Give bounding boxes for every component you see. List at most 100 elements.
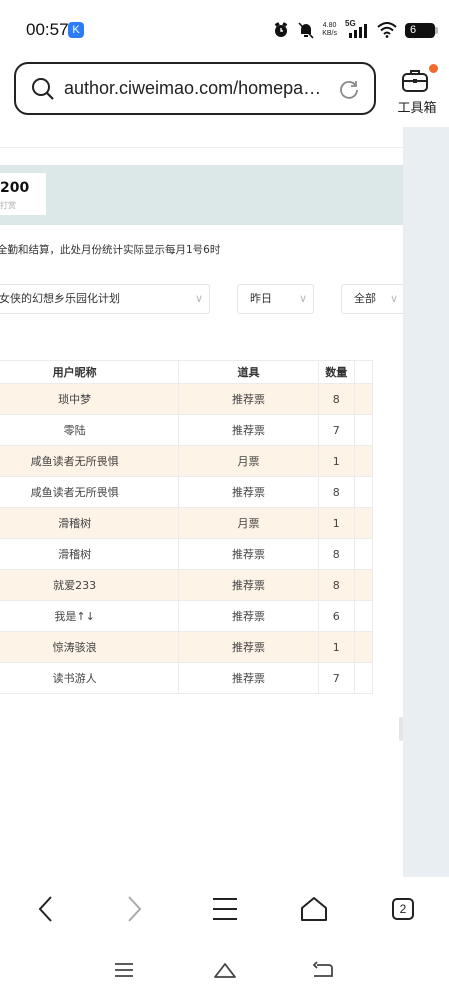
cell-extra xyxy=(353,569,374,601)
table-row: 读书游人 推荐票 7 xyxy=(0,662,374,694)
cell-item: 推荐票 xyxy=(178,476,319,508)
cell-item: 推荐票 xyxy=(178,569,319,601)
side-panel xyxy=(399,127,449,877)
stat-caption: 打赏 xyxy=(0,201,16,210)
cell-extra xyxy=(353,476,374,508)
cell-count: 8 xyxy=(317,538,355,570)
cell-item: 月票 xyxy=(178,507,319,539)
recent-apps-button[interactable] xyxy=(104,955,144,985)
home-icon xyxy=(301,897,327,921)
notice-text: 全勤和结算，此处月份统计实际显示每月1号6时 xyxy=(0,244,221,256)
cell-count: 1 xyxy=(317,631,355,663)
cell-item: 推荐票 xyxy=(178,383,319,415)
cell-user: 咸鱼读者无所畏惧 xyxy=(0,476,180,508)
book-select-value: 女侠的幻想乡乐园化计划 xyxy=(0,292,120,305)
cell-item: 推荐票 xyxy=(178,662,319,694)
back-button[interactable] xyxy=(25,891,65,927)
reload-icon[interactable] xyxy=(338,78,360,100)
web-content: 200 打赏 全勤和结算，此处月份统计实际显示每月1号6时 女侠的幻想乡乐园化计… xyxy=(0,127,403,877)
wifi-icon xyxy=(377,22,397,38)
cell-user: 滑稽树 xyxy=(0,538,180,570)
signal-icon: 5G xyxy=(345,19,369,39)
forward-button[interactable] xyxy=(115,891,155,927)
stat-card: 200 打赏 xyxy=(0,173,46,215)
system-nav-bar xyxy=(0,943,449,999)
type-select-value: 全部 xyxy=(354,292,376,305)
cell-count: 7 xyxy=(317,662,355,694)
col-header-count: 数量 xyxy=(317,360,355,384)
stat-value: 200 xyxy=(0,180,30,196)
cell-item: 推荐票 xyxy=(178,414,319,446)
menu-button[interactable] xyxy=(205,891,245,927)
system-home-button[interactable] xyxy=(205,955,245,985)
table-row: 惊涛骇浪 推荐票 1 xyxy=(0,631,374,663)
scroll-handle[interactable] xyxy=(399,717,403,741)
cell-user: 惊涛骇浪 xyxy=(0,631,180,663)
toolbox-button[interactable]: 工具箱 xyxy=(388,64,446,116)
book-select[interactable]: 女侠的幻想乡乐园化计划 ∨ xyxy=(0,284,210,314)
url-text[interactable]: author.ciweimao.com/homepa… xyxy=(64,78,321,99)
cell-item: 推荐票 xyxy=(178,600,319,632)
status-icons: 4.80 KB/s 5G 6 xyxy=(272,19,438,41)
net-speed-unit: KB/s xyxy=(322,30,337,37)
cell-count: 7 xyxy=(317,414,355,446)
table-row: 滑稽树 月票 1 xyxy=(0,507,374,539)
cell-user: 读书游人 xyxy=(0,662,180,694)
chevron-down-icon: ∨ xyxy=(298,292,307,305)
cell-user: 零陆 xyxy=(0,414,180,446)
toolbox-notification-dot xyxy=(429,64,438,73)
tabs-icon: 2 xyxy=(392,898,414,920)
cell-extra xyxy=(353,507,374,539)
battery-icon: 6 xyxy=(405,22,438,38)
toolbox-label: 工具箱 xyxy=(397,101,437,116)
status-bar: 00:57 K 4.80 KB/s 5G 6 xyxy=(0,0,449,56)
period-select-value: 昨日 xyxy=(250,292,272,305)
stats-band: 200 打赏 xyxy=(0,165,403,225)
type-select[interactable]: 全部 ∨ xyxy=(341,284,403,314)
table-row: 咸鱼读者无所畏惧 推荐票 8 xyxy=(0,476,374,508)
cell-extra xyxy=(353,538,374,570)
home-button[interactable] xyxy=(294,891,334,927)
ranking-table: 用户昵称 道具 数量 琐中梦 推荐票 8 零陆 推荐票 7 咸鱼读者无所畏惧 月票 1 咸鱼… xyxy=(0,360,374,694)
cell-count: 8 xyxy=(317,569,355,601)
home-icon xyxy=(214,963,236,978)
cell-count: 1 xyxy=(317,445,355,477)
cell-user: 咸鱼读者无所畏惧 xyxy=(0,445,180,477)
tabs-button[interactable]: 2 xyxy=(383,891,423,927)
cell-extra xyxy=(353,383,374,415)
table-row: 咸鱼读者无所畏惧 月票 1 xyxy=(0,445,374,477)
browser-nav-bar: 2 xyxy=(0,877,449,943)
mute-icon xyxy=(298,22,314,39)
table-row: 我是↑↓ 推荐票 6 xyxy=(0,600,374,632)
cell-item: 推荐票 xyxy=(178,631,319,663)
status-time: 00:57 xyxy=(26,20,69,39)
back-icon xyxy=(38,896,52,922)
cell-user: 就爱233 xyxy=(0,569,180,601)
col-header-user: 用户昵称 xyxy=(0,360,180,384)
cell-user: 我是↑↓ xyxy=(0,600,180,632)
cell-extra xyxy=(353,631,374,663)
app-badge-icon: K xyxy=(68,22,84,38)
alarm-icon xyxy=(274,22,288,37)
net-speed-value: 4.80 xyxy=(322,22,337,29)
table-row: 琐中梦 推荐票 8 xyxy=(0,383,374,415)
cell-user: 琐中梦 xyxy=(0,383,180,415)
net-speed: 4.80 KB/s xyxy=(322,22,337,38)
url-bar[interactable]: author.ciweimao.com/homepa… xyxy=(14,62,376,115)
cell-user: 滑稽树 xyxy=(0,507,180,539)
system-back-button[interactable] xyxy=(303,955,343,985)
cell-item: 月票 xyxy=(178,445,319,477)
cell-extra xyxy=(353,445,374,477)
back-icon xyxy=(312,961,333,977)
table-row: 滑稽树 推荐票 8 xyxy=(0,538,374,570)
toolbox-icon xyxy=(402,70,428,92)
cell-count: 8 xyxy=(317,383,355,415)
search-icon xyxy=(32,78,54,100)
table-row: 就爱233 推荐票 8 xyxy=(0,569,374,601)
cell-count: 6 xyxy=(317,600,355,632)
period-select[interactable]: 昨日 ∨ xyxy=(237,284,314,314)
cell-item: 推荐票 xyxy=(178,538,319,570)
cell-extra xyxy=(353,414,374,446)
col-header-extra xyxy=(353,360,374,384)
table-row: 零陆 推荐票 7 xyxy=(0,414,374,446)
